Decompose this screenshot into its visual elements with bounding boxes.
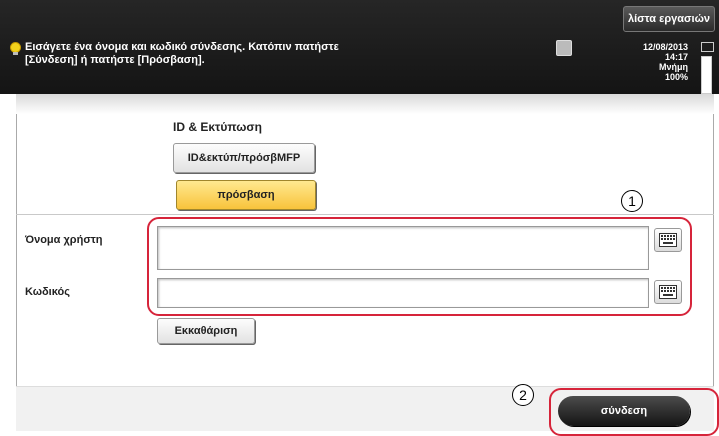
print-job-icon[interactable]: [556, 40, 572, 56]
status-info: 12/08/2013 14:17 Μνήμη 100%: [600, 42, 688, 82]
instruction-message: Εισάγετε ένα όνομα και κωδικό σύνδεσης. …: [25, 41, 425, 67]
instruction-line-1: Εισάγετε ένα όνομα και κωδικό σύνδεσης. …: [25, 41, 339, 53]
memory-bar-fill: [702, 57, 711, 93]
job-list-button[interactable]: λίστα εργασιών: [623, 6, 715, 32]
username-label: Όνομα χρήστη: [25, 234, 103, 246]
instruction-line-2: [Σύνδεση] ή πατήστε [Πρόσβαση].: [25, 54, 205, 66]
date-text: 12/08/2013: [642, 42, 688, 52]
info-bulb-icon: [10, 42, 21, 55]
id-print-access-button[interactable]: ID&εκτύπ/πρόσβMFP: [173, 143, 315, 173]
time-text: 14:17: [664, 52, 688, 62]
callout-box-1: [147, 217, 692, 316]
envelope-icon: [701, 42, 714, 52]
callout-number-1: 1: [621, 190, 643, 212]
callout-number-2: 2: [512, 384, 534, 406]
memory-value: 100%: [664, 72, 688, 82]
access-button[interactable]: πρόσβαση: [176, 180, 316, 210]
divider: [16, 214, 714, 215]
clear-button[interactable]: Εκκαθάριση: [157, 318, 255, 344]
password-label: Κωδικός: [25, 286, 70, 298]
auth-method-title: ID & Εκτύπωση: [173, 120, 262, 134]
callout-box-2: [549, 388, 719, 436]
panel-top-shade: [16, 94, 714, 114]
memory-bar: [701, 56, 712, 94]
memory-label: Μνήμη: [658, 62, 688, 72]
